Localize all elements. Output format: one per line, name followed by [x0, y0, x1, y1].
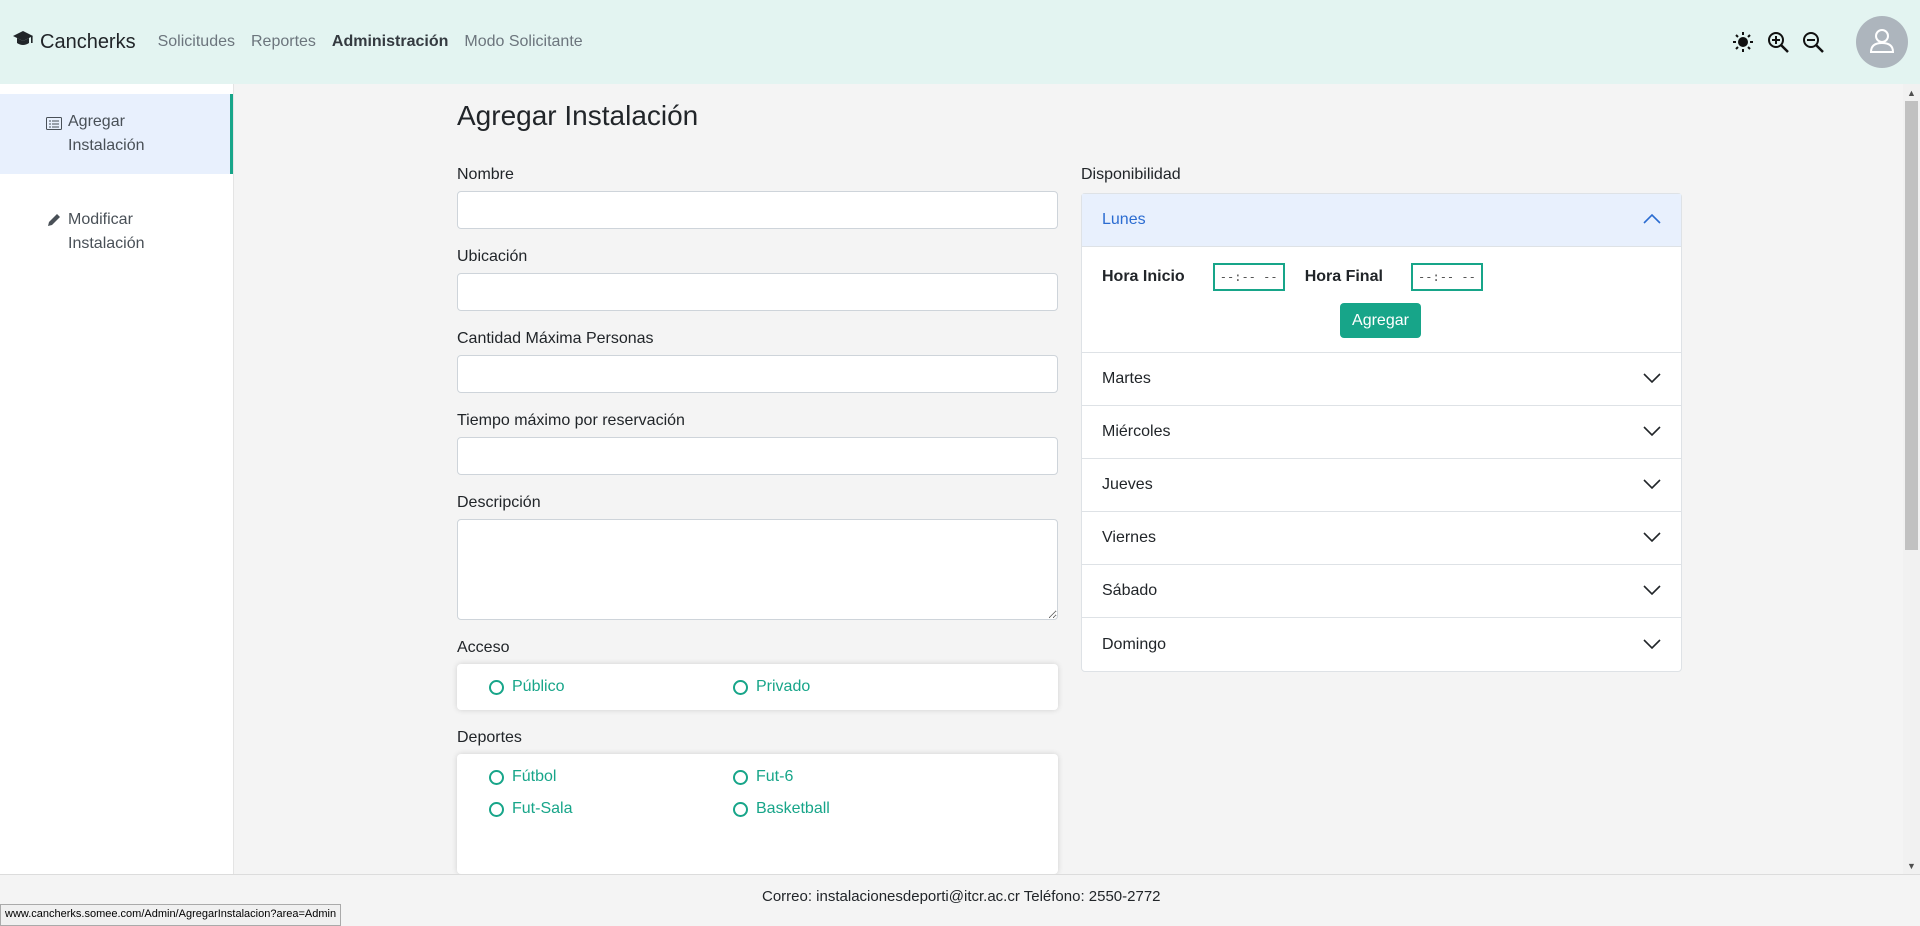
accordion-header-lunes[interactable]: Lunes — [1082, 194, 1681, 247]
tiempo-maximo-label: Tiempo máximo por reservación — [457, 412, 685, 429]
sidebar-item-modificar-instalacion[interactable]: Modificar Instalación — [0, 190, 233, 274]
radio-circle-icon — [733, 801, 748, 817]
brand[interactable]: Cancherks — [12, 30, 136, 54]
sidebar-item-label: Modificar Instalación — [68, 211, 145, 252]
nav-link-administracion[interactable]: Administración — [332, 33, 448, 51]
pencil-icon — [46, 212, 62, 236]
chevron-up-icon — [1643, 211, 1661, 229]
day-label: Viernes — [1102, 529, 1156, 546]
radio-circle-icon — [733, 769, 748, 785]
radio-circle-icon — [489, 769, 504, 785]
facility-form: Nombre Ubicación Cantidad Máxima Persona… — [457, 166, 1058, 893]
radio-fut-sala[interactable]: Fut-Sala — [489, 800, 733, 818]
chevron-down-icon — [1643, 582, 1661, 600]
radio-label: Privado — [756, 678, 811, 695]
accordion-body-lunes: Hora Inicio --:-- -- Hora Final --:-- --… — [1082, 247, 1681, 353]
zoom-in-icon[interactable] — [1765, 29, 1791, 55]
radio-label: Fútbol — [512, 768, 557, 785]
user-avatar[interactable] — [1856, 16, 1908, 68]
accordion-header-sabado[interactable]: Sábado — [1082, 565, 1681, 618]
chevron-down-icon — [1643, 370, 1661, 388]
day-label: Jueves — [1102, 476, 1153, 493]
nav-link-solicitudes[interactable]: Solicitudes — [158, 33, 235, 51]
day-label: Lunes — [1102, 211, 1146, 228]
radio-publico[interactable]: Público — [489, 678, 733, 696]
accordion-header-martes[interactable]: Martes — [1082, 353, 1681, 406]
nav-link-modo-solicitante[interactable]: Modo Solicitante — [464, 33, 582, 51]
user-icon — [1869, 27, 1895, 58]
acceso-label: Acceso — [457, 639, 510, 656]
availability-accordion: Lunes Hora Inicio --:-- -- Hora Final --… — [1081, 193, 1682, 672]
deportes-radio-group: Fútbol Fut-6 Fut-Sala Basketball — [457, 754, 1058, 874]
chevron-down-icon — [1643, 423, 1661, 441]
radio-label: Público — [512, 678, 565, 695]
scroll-up-arrow-icon[interactable]: ▲ — [1903, 84, 1920, 101]
status-bar-url: www.cancherks.somee.com/Admin/AgregarIns… — [0, 904, 342, 926]
day-label: Domingo — [1102, 635, 1167, 653]
form-icon — [46, 114, 62, 138]
sun-icon[interactable] — [1730, 29, 1756, 55]
hora-final-label: Hora Final — [1304, 268, 1383, 285]
radio-label: Fut-Sala — [512, 800, 573, 817]
sidebar-item-label: Agregar Instalación — [68, 113, 145, 154]
nav-links: Solicitudes Reportes Administración Modo… — [158, 33, 599, 51]
top-navbar: Cancherks Solicitudes Reportes Administr… — [0, 0, 1920, 84]
accordion-header-jueves[interactable]: Jueves — [1082, 459, 1681, 512]
chevron-down-icon — [1643, 476, 1661, 494]
radio-circle-icon — [733, 679, 748, 695]
radio-label: Fut-6 — [756, 768, 794, 785]
chevron-down-icon — [1643, 636, 1661, 654]
radio-futbol[interactable]: Fútbol — [489, 768, 733, 786]
page-scrollbar[interactable]: ▲ ▼ — [1903, 84, 1920, 874]
radio-basketball[interactable]: Basketball — [733, 800, 977, 818]
accordion-header-domingo[interactable]: Domingo — [1082, 618, 1681, 671]
descripcion-textarea[interactable] — [457, 519, 1058, 620]
hora-inicio-input[interactable]: --:-- -- — [1212, 263, 1285, 291]
day-label: Miércoles — [1102, 423, 1171, 440]
graduation-cap-icon — [12, 30, 40, 54]
scroll-thumb[interactable] — [1905, 101, 1918, 550]
brand-name: Cancherks — [40, 30, 136, 53]
tiempo-maximo-input[interactable] — [457, 437, 1058, 475]
zoom-out-icon[interactable] — [1800, 29, 1826, 55]
radio-privado[interactable]: Privado — [733, 678, 977, 696]
accordion-header-viernes[interactable]: Viernes — [1082, 512, 1681, 565]
ubicacion-input[interactable] — [457, 273, 1058, 311]
scroll-down-arrow-icon[interactable]: ▼ — [1903, 857, 1920, 874]
chevron-down-icon — [1643, 529, 1661, 547]
disponibilidad-label: Disponibilidad — [1081, 166, 1181, 183]
sidebar-item-agregar-instalacion[interactable]: Agregar Instalación — [0, 94, 233, 174]
nav-right-tools — [1721, 16, 1908, 68]
nav-link-reportes[interactable]: Reportes — [251, 33, 316, 51]
deportes-label: Deportes — [457, 729, 522, 746]
cantidad-maxima-input[interactable] — [457, 355, 1058, 393]
hora-inicio-label: Hora Inicio — [1102, 268, 1185, 285]
acceso-radio-group: Público Privado — [457, 664, 1058, 710]
sidebar: Agregar Instalación Modificar Instalació… — [0, 84, 234, 874]
footer-contact: Correo: instalacionesdeporti@itcr.ac.cr … — [762, 888, 1161, 905]
page-title: Agregar Instalación — [457, 100, 699, 131]
radio-circle-icon — [489, 679, 504, 695]
radio-fut-6[interactable]: Fut-6 — [733, 768, 977, 786]
nombre-label: Nombre — [457, 166, 514, 183]
accordion-header-miercoles[interactable]: Miércoles — [1082, 406, 1681, 459]
nombre-input[interactable] — [457, 191, 1058, 229]
hora-final-input[interactable]: --:-- -- — [1410, 263, 1483, 291]
cantidad-maxima-label: Cantidad Máxima Personas — [457, 330, 654, 347]
day-label: Sábado — [1102, 582, 1158, 599]
radio-label: Basketball — [756, 800, 830, 817]
descripcion-label: Descripción — [457, 494, 541, 511]
radio-circle-icon — [489, 801, 504, 817]
agregar-button[interactable]: Agregar — [1340, 303, 1421, 338]
day-label: Martes — [1102, 370, 1151, 387]
ubicacion-label: Ubicación — [457, 248, 528, 265]
availability-section: Disponibilidad Lunes Hora Inicio --:-- -… — [1081, 166, 1682, 672]
